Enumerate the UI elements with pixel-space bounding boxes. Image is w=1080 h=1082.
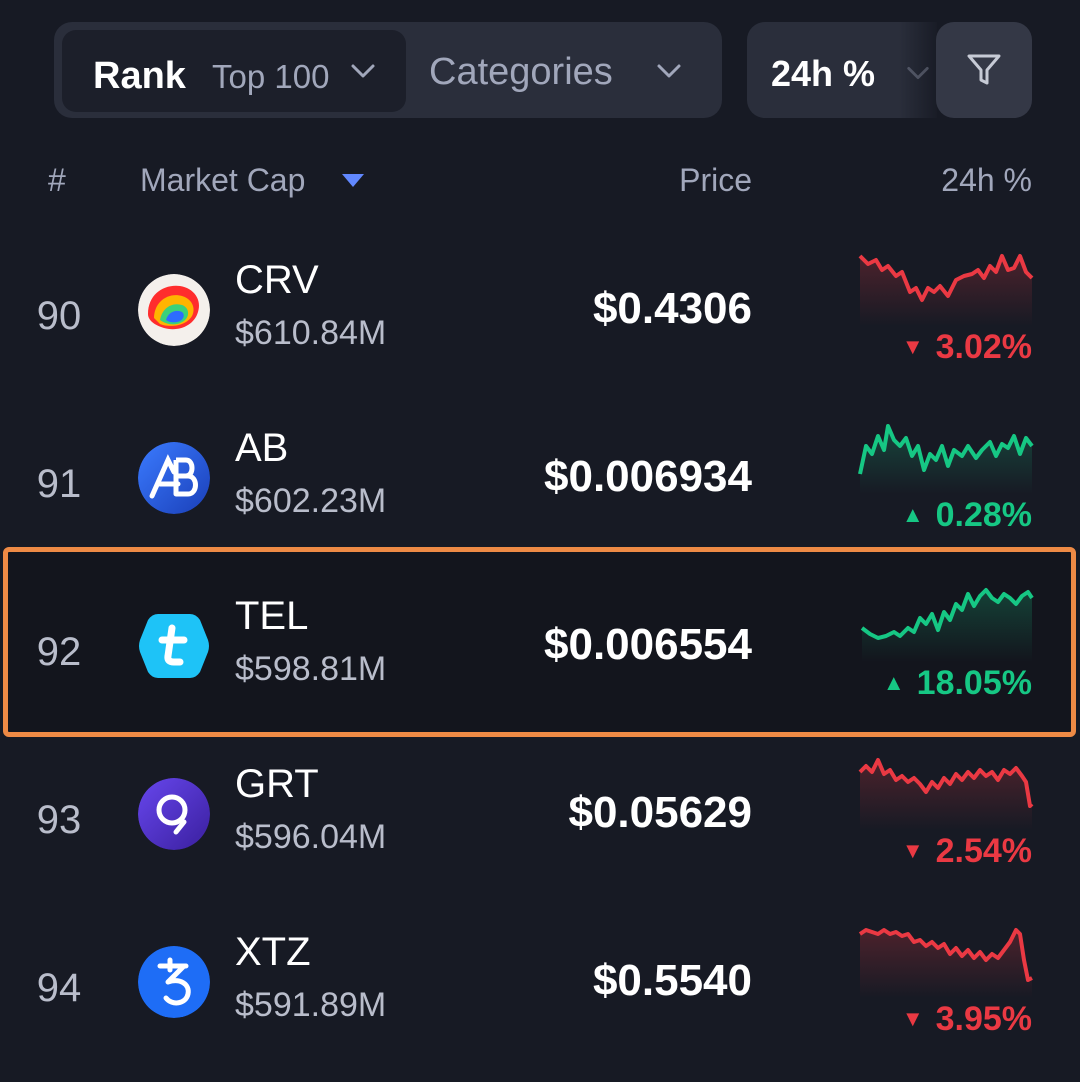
rank-category-selector: Rank Top 100 Categories: [54, 22, 722, 118]
change-value: ▼ 3.95%: [901, 1000, 1032, 1038]
price-value: $0.006554: [544, 620, 752, 669]
triangle-down-icon: ▼: [901, 838, 924, 863]
sparkline-chart: [858, 424, 1034, 494]
tezos-logo-icon: [138, 946, 210, 1018]
table-row[interactable]: 94 XTZ $591.89M $0.5540 ▼ 3.95%: [0, 910, 1080, 1078]
timeframe-label: 24h %: [771, 53, 876, 94]
sort-descending-icon: [342, 174, 364, 187]
curve-logo-icon: [138, 274, 210, 346]
column-header-price[interactable]: Price: [679, 162, 752, 199]
market-cap-value: $602.23M: [235, 482, 387, 520]
categories-dropdown[interactable]: Categories: [429, 22, 722, 118]
sparkline-chart: [860, 588, 1034, 662]
rank-value: Top 100: [212, 58, 330, 95]
table-row[interactable]: 90 CRV $610.84M $0.4306 ▼ 3.02%: [0, 238, 1080, 406]
sparkline-chart: [858, 928, 1033, 998]
table-row-highlighted[interactable]: 92 TEL $598.81M $0.006554 ▲ 18.05%: [0, 574, 1080, 742]
column-header-market-cap[interactable]: Market Cap: [140, 162, 305, 199]
table-row[interactable]: 91 AB $602.23M $0.006934 ▲ 0.28%: [0, 406, 1080, 574]
coin-symbol: AB: [235, 426, 289, 470]
filter-button[interactable]: [936, 22, 1032, 118]
rank-number: 93: [36, 798, 82, 842]
filter-icon: [967, 54, 1001, 85]
market-cap-value: $591.89M: [235, 986, 387, 1024]
price-value: $0.05629: [568, 788, 752, 837]
rank-number: 92: [36, 630, 82, 674]
price-value: $0.4306: [592, 284, 752, 333]
change-value: ▼ 2.54%: [901, 832, 1032, 870]
rank-label: Rank: [93, 55, 186, 97]
coin-symbol: GRT: [235, 762, 319, 806]
price-value: $0.006934: [544, 452, 752, 501]
telcoin-logo-icon: [138, 610, 210, 682]
sparkline-chart: [858, 758, 1034, 830]
triangle-up-icon: ▲: [901, 502, 924, 527]
market-cap-value: $596.04M: [235, 818, 387, 856]
market-cap-value: $598.81M: [235, 650, 387, 688]
ab-logo-icon: [138, 442, 210, 514]
chevron-down-icon: [351, 64, 375, 78]
coin-symbol: CRV: [235, 258, 319, 302]
graph-logo-icon: [138, 778, 210, 850]
rank-number: 91: [36, 462, 82, 506]
change-value: ▼ 3.02%: [901, 328, 1032, 366]
chevron-down-icon: [657, 64, 681, 78]
rank-number: 90: [36, 294, 82, 338]
column-header-rank[interactable]: #: [48, 162, 66, 199]
table-row[interactable]: 93 GRT $596.04M $0.05629 ▼ 2.54%: [0, 742, 1080, 910]
coin-symbol: XTZ: [235, 930, 311, 974]
chevron-down-icon: [907, 66, 929, 80]
change-value: ▲ 0.28%: [901, 496, 1032, 534]
sparkline-chart: [858, 254, 1034, 326]
coin-symbol: TEL: [235, 594, 309, 638]
timeframe-dropdown[interactable]: 24h %: [747, 22, 937, 118]
categories-label: Categories: [429, 51, 613, 93]
market-cap-value: $610.84M: [235, 314, 387, 352]
rank-dropdown[interactable]: Rank Top 100: [62, 30, 406, 112]
column-header-24h-change[interactable]: 24h %: [941, 162, 1032, 199]
rank-number: 94: [36, 966, 82, 1010]
change-value: ▲ 18.05%: [882, 664, 1032, 702]
triangle-down-icon: ▼: [901, 1006, 924, 1031]
triangle-down-icon: ▼: [901, 334, 924, 359]
price-value: $0.5540: [592, 956, 752, 1005]
triangle-up-icon: ▲: [882, 670, 905, 695]
